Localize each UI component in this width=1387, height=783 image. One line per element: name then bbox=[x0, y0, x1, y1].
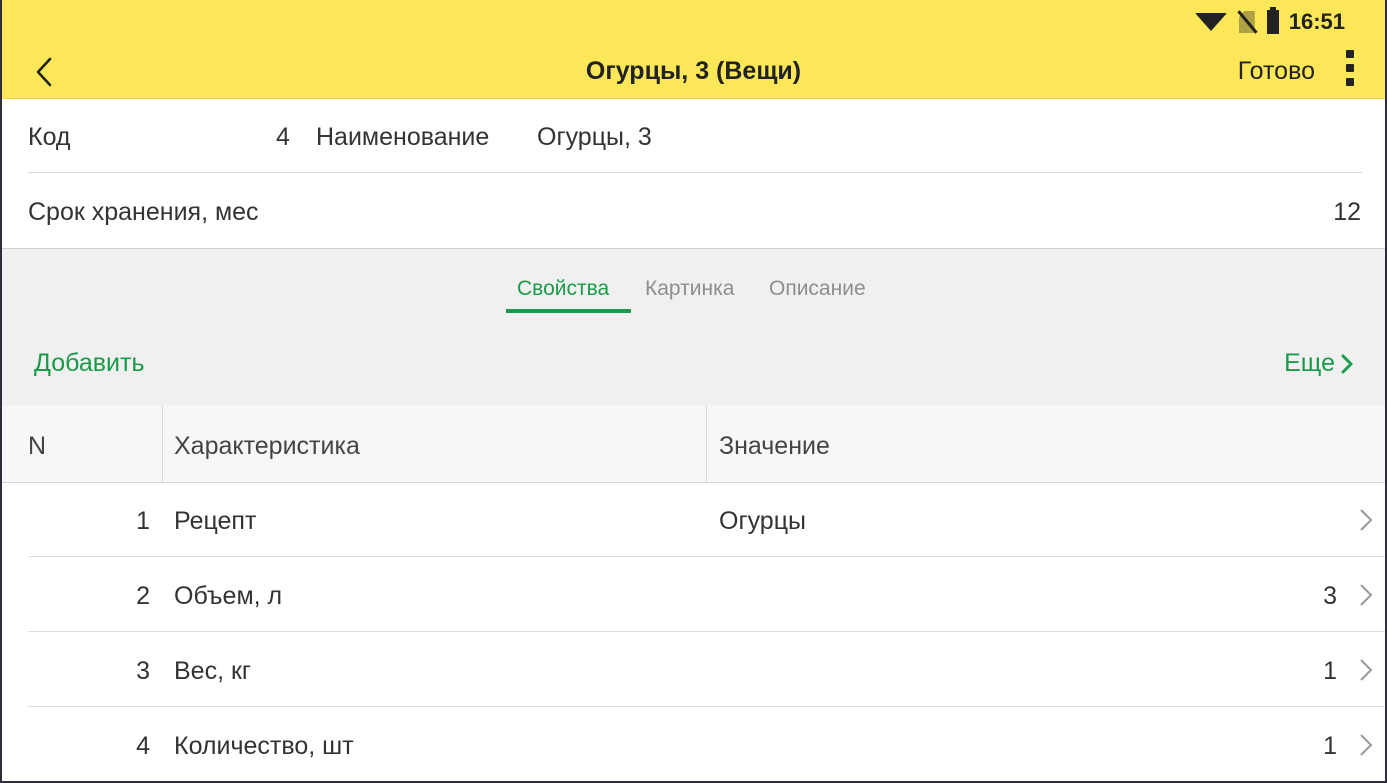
wifi-icon bbox=[1194, 13, 1227, 31]
tab-description[interactable]: Описание bbox=[769, 277, 866, 301]
tab-properties[interactable]: Свойства bbox=[517, 277, 609, 301]
row-value: Огурцы bbox=[719, 507, 806, 535]
battery-icon bbox=[1266, 7, 1279, 34]
no-sim-icon bbox=[1237, 10, 1258, 34]
table-row[interactable]: 1 Рецепт Огурцы bbox=[0, 482, 1387, 557]
table-header: N Характеристика Значение bbox=[0, 406, 1387, 483]
row-characteristic: Объем, л bbox=[174, 582, 283, 610]
row-characteristic: Количество, шт bbox=[174, 732, 354, 760]
page-title: Огурцы, 3 (Вещи) bbox=[585, 57, 802, 85]
kebab-menu-icon[interactable] bbox=[1345, 50, 1355, 92]
more-label: Еще bbox=[1284, 349, 1335, 377]
name-value[interactable]: Огурцы, 3 bbox=[537, 123, 652, 152]
row-number: 1 bbox=[136, 507, 150, 535]
shelf-life-value[interactable]: 12 bbox=[1333, 198, 1361, 227]
table-row[interactable]: 2 Объем, л 3 bbox=[0, 557, 1387, 632]
chevron-right-icon bbox=[1341, 354, 1353, 373]
chevron-right-icon bbox=[1360, 659, 1373, 681]
app-bar: 16:51 Огурцы, 3 (Вещи) Готово bbox=[0, 0, 1387, 99]
row-value: 1 bbox=[1323, 732, 1337, 760]
form-divider bbox=[28, 172, 1362, 173]
row-number: 3 bbox=[136, 657, 150, 685]
column-header-value[interactable]: Значение bbox=[719, 432, 830, 461]
more-button[interactable]: Еще bbox=[1284, 349, 1353, 378]
code-value[interactable]: 4 bbox=[276, 123, 290, 152]
tabs-panel: Свойства Картинка Описание Добавить Еще bbox=[0, 248, 1387, 407]
chevron-right-icon bbox=[1360, 584, 1373, 606]
chevron-right-icon bbox=[1360, 734, 1373, 756]
row-characteristic: Вес, кг bbox=[174, 657, 252, 685]
active-tab-indicator bbox=[506, 309, 631, 313]
row-number: 4 bbox=[136, 732, 150, 760]
chevron-right-icon bbox=[1360, 509, 1373, 531]
status-bar: 16:51 bbox=[1194, 7, 1345, 36]
column-header-characteristic[interactable]: Характеристика bbox=[174, 432, 360, 461]
row-value: 1 bbox=[1323, 657, 1337, 685]
name-label: Наименование bbox=[316, 123, 490, 151]
done-button[interactable]: Готово bbox=[1238, 57, 1315, 86]
column-separator bbox=[162, 406, 163, 482]
table-row[interactable]: 3 Вес, кг 1 bbox=[0, 632, 1387, 707]
row-number: 2 bbox=[136, 582, 150, 610]
row-value: 3 bbox=[1323, 582, 1337, 610]
status-time: 16:51 bbox=[1288, 9, 1345, 34]
column-separator bbox=[706, 406, 707, 482]
tab-picture[interactable]: Картинка bbox=[645, 277, 734, 301]
add-button[interactable]: Добавить bbox=[34, 349, 145, 378]
table-row[interactable]: 4 Количество, шт 1 bbox=[0, 707, 1387, 782]
row-characteristic: Рецепт bbox=[174, 507, 257, 535]
shelf-life-label: Срок хранения, мес bbox=[28, 198, 259, 226]
column-header-n[interactable]: N bbox=[28, 432, 46, 461]
code-label: Код bbox=[28, 123, 71, 151]
